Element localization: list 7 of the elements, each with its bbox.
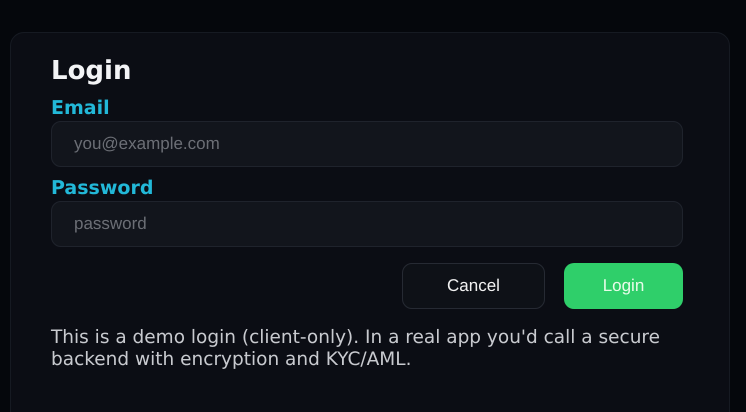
note-text: This is a demo login (client-only). In a real app you'd call a secure backend with encryption and KYC/AML. — [51, 327, 662, 371]
input-field[interactable]: you@example.com — [51, 121, 683, 167]
field-label: Password — [51, 177, 154, 199]
field-label: Email — [51, 97, 110, 119]
dialog-title: Login — [51, 55, 132, 87]
input-field[interactable]: password — [51, 201, 683, 247]
cancel-button[interactable]: Cancel — [402, 263, 545, 309]
